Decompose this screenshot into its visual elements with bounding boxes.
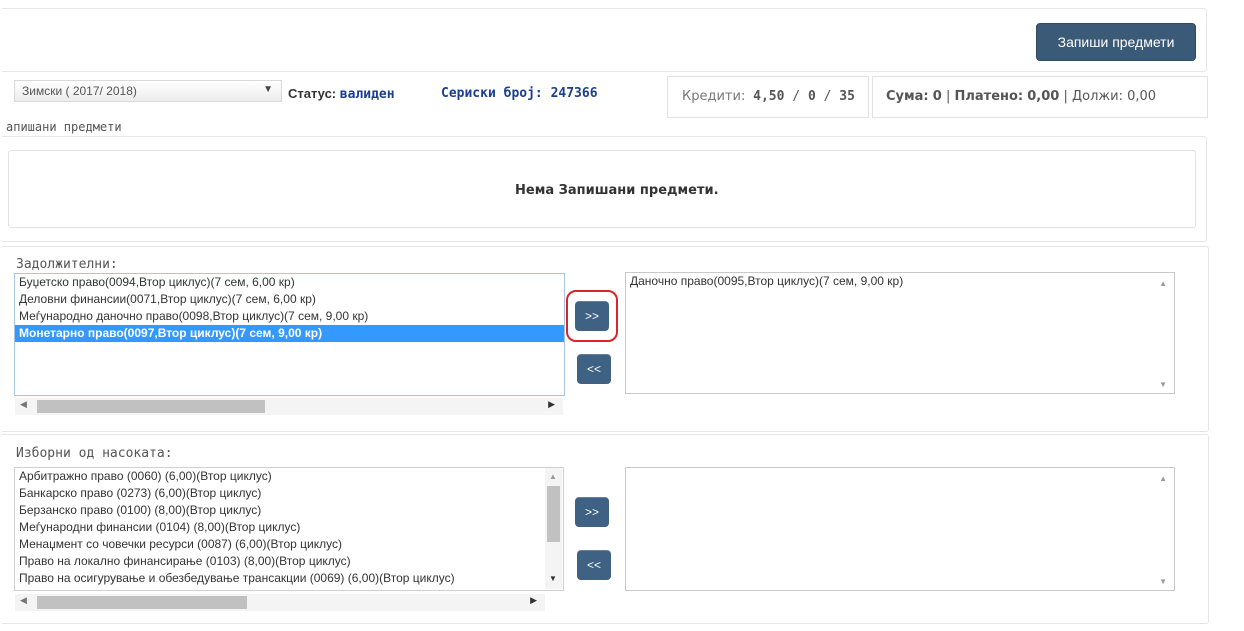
scroll-left-arrow-icon[interactable]: ◀ (20, 399, 27, 410)
electives-available-vscrollbar[interactable]: ▲ ▼ (545, 468, 562, 589)
scrollbar-thumb[interactable] (547, 486, 560, 542)
paid-value: 0,00 (1027, 89, 1060, 104)
credits-value-2: 0 (807, 89, 816, 104)
list-item[interactable]: Деловни финансии(0071,Втор циклус)(7 сем… (15, 291, 564, 308)
credits-box: Кредити: 4,50 / 0 / 35 (667, 76, 869, 118)
enrolled-subjects-title: апишани предмети (6, 120, 122, 134)
list-item[interactable]: Берзанско право (0100) (8,00)(Втор циклу… (15, 502, 563, 519)
enroll-subjects-button[interactable]: Запиши предмети (1036, 23, 1196, 61)
list-item[interactable]: Даночно право(0095,Втор циклус)(7 сем, 9… (626, 273, 1174, 290)
scroll-down-arrow-icon[interactable]: ▼ (549, 574, 557, 583)
status-label: Статус: (288, 86, 337, 101)
electives-chosen-list[interactable]: ▲ ▼ (625, 467, 1175, 591)
electives-available-list[interactable]: Арбитражно право (0060) (6,00)(Втор цикл… (14, 467, 564, 591)
scroll-down-arrow-icon[interactable]: ▼ (1159, 380, 1167, 389)
mandatory-available-list[interactable]: Буџетско право(0094,Втор циклус)(7 сем, … (14, 273, 565, 396)
list-item[interactable]: Право на осигурување и обезбедување тран… (15, 570, 563, 587)
owed-value: 0,00 (1127, 89, 1157, 104)
remove-elective-button[interactable]: << (577, 550, 611, 580)
scrollbar-thumb[interactable] (37, 596, 247, 609)
add-elective-button[interactable]: >> (575, 497, 609, 527)
scroll-right-arrow-icon[interactable]: ▶ (530, 595, 537, 606)
credits-value: 4,50 (753, 89, 785, 104)
sum-value: 0 (932, 89, 942, 104)
list-item[interactable]: Буџетско право(0094,Втор циклус)(7 сем, … (15, 274, 564, 291)
credits-value-3: 35 (839, 89, 855, 104)
remove-mandatory-button[interactable]: << (577, 354, 611, 384)
list-item[interactable]: Меѓународни финансии (0104) (8,00)(Втор … (15, 519, 563, 536)
scroll-up-arrow-icon[interactable]: ▲ (1159, 279, 1167, 288)
list-item-selected[interactable]: Монетарно право(0097,Втор циклус)(7 сем,… (15, 325, 564, 342)
payment-separator-2: | (1063, 89, 1068, 104)
mandatory-available-hscrollbar[interactable]: ◀ ▶ (15, 398, 563, 415)
header-panel (0, 8, 1207, 72)
credits-label: Кредити: (682, 89, 746, 104)
owed-label: Должи: (1072, 89, 1123, 104)
annotation-circle (566, 290, 618, 342)
electives-label: Изборни од насоката: (16, 446, 173, 461)
electives-available-hscrollbar[interactable]: ◀ ▶ (15, 594, 545, 611)
mandatory-label: Задолжителни: (16, 257, 118, 272)
scroll-down-arrow-icon[interactable]: ▼ (1159, 577, 1167, 586)
status-value: валиден (339, 87, 395, 102)
credits-sep-1: / (792, 89, 801, 104)
list-item[interactable]: Арбитражно право (0060) (6,00)(Втор цикл… (15, 468, 563, 485)
paid-label: Платено: (954, 89, 1024, 104)
payment-box: Сума: 0 | Платено: 0,00 | Должи: 0,00 (872, 76, 1208, 118)
list-item[interactable]: Менаџмент со човечки ресурси (0087) (6,0… (15, 536, 563, 553)
list-item[interactable]: Меѓународно даночно право(0098,Втор цикл… (15, 308, 564, 325)
scroll-up-arrow-icon[interactable]: ▲ (1159, 474, 1167, 483)
scroll-right-arrow-icon[interactable]: ▶ (548, 399, 555, 410)
semester-select-value: Зимски ( 2017/ 2018) (22, 84, 137, 98)
credits-sep-2: / (823, 89, 832, 104)
chevron-down-icon: ▼ (263, 84, 273, 95)
sum-label: Сума: (886, 89, 929, 104)
semester-select[interactable]: Зимски ( 2017/ 2018) ▼ (14, 80, 282, 102)
enrolled-empty-message: Нема Запишани предмети. (515, 183, 719, 198)
list-item[interactable]: Право на локално финансирање (0103) (8,0… (15, 553, 563, 570)
mandatory-chosen-list[interactable]: Даночно право(0095,Втор циклус)(7 сем, 9… (625, 272, 1175, 394)
payment-separator: | (945, 89, 951, 104)
status-text: Статус: валиден (288, 86, 395, 102)
scroll-up-arrow-icon[interactable]: ▲ (549, 472, 557, 481)
scroll-left-arrow-icon[interactable]: ◀ (20, 595, 27, 606)
serial-number: Сериски број: 247366 (441, 86, 598, 101)
list-item[interactable]: Банкарско право (0273) (6,00)(Втор циклу… (15, 485, 563, 502)
scrollbar-thumb[interactable] (37, 400, 265, 413)
